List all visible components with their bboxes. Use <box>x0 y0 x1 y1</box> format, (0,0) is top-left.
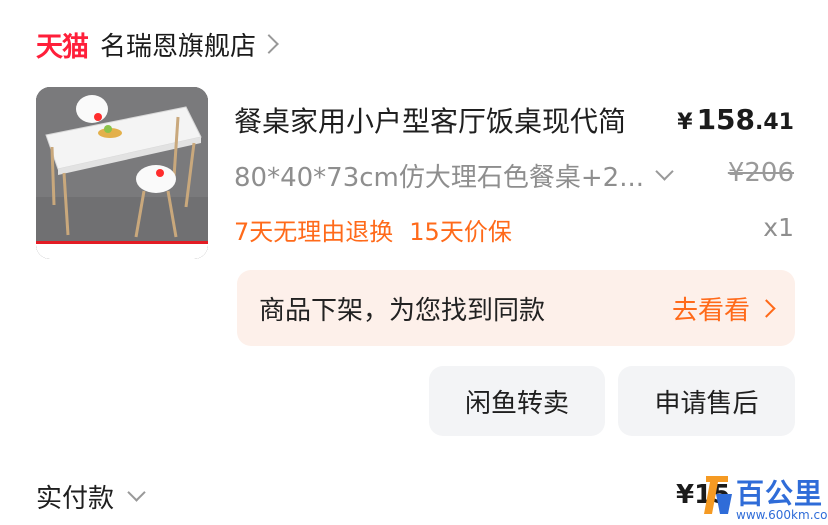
product-title[interactable]: 餐桌家用小户型客厅饭桌现代简 <box>234 100 674 140</box>
paid-amount-toggle[interactable]: 实付款 <box>36 478 146 515</box>
dining-table-photo <box>36 87 208 259</box>
sku-text: 80*40*73cm仿大理石色餐桌+2... <box>234 162 644 193</box>
after-sales-button[interactable]: 申请售后 <box>618 366 795 436</box>
watermark: 百公里 www.600km.com <box>698 470 828 525</box>
see-similar-label: 去看看 <box>671 295 750 326</box>
sku-selector[interactable]: 80*40*73cm仿大理石色餐桌+2... <box>234 155 704 195</box>
price-integer: 158 <box>696 103 756 136</box>
product-price: ¥158.41 <box>677 103 794 136</box>
watermark-logo-icon <box>704 476 732 514</box>
quantity: x1 <box>763 213 794 242</box>
service-tag-return: 7天无理由退换 <box>234 218 394 246</box>
chevron-down-icon <box>655 161 674 181</box>
price-currency: ¥ <box>677 110 693 135</box>
paid-label: 实付款 <box>36 484 115 514</box>
price-decimal: .41 <box>755 110 794 135</box>
see-similar-link[interactable]: 去看看 <box>671 290 776 327</box>
delisted-text: 商品下架，为您找到同款 <box>259 295 546 326</box>
product-image[interactable] <box>36 87 208 259</box>
tmall-logo: 天猫 <box>36 31 89 63</box>
service-tags: 7天无理由退换 15天价保 <box>234 212 512 247</box>
service-tag-price-protect: 15天价保 <box>409 218 512 246</box>
shop-name[interactable]: 名瑞恩旗舰店 <box>100 26 256 63</box>
original-price: ¥206 <box>727 158 794 188</box>
chevron-right-icon <box>757 298 776 318</box>
resell-button[interactable]: 闲鱼转卖 <box>429 366 605 436</box>
watermark-text: 百公里 <box>736 477 824 510</box>
chevron-right-icon <box>259 34 279 54</box>
shop-header[interactable]: 天猫 名瑞恩旗舰店 <box>36 22 279 66</box>
watermark-url: www.600km.com <box>736 508 828 522</box>
chevron-down-icon <box>127 483 146 502</box>
delisted-banner[interactable]: 商品下架，为您找到同款 去看看 <box>237 270 795 346</box>
